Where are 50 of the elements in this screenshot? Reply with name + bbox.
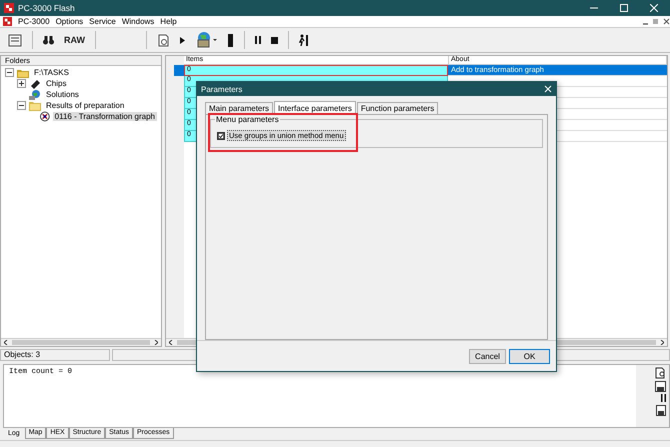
scroll-right-icon[interactable] bbox=[154, 340, 158, 345]
page-gear-icon[interactable] bbox=[157, 34, 170, 46]
collapse-icon[interactable] bbox=[17, 101, 26, 110]
page-gear-icon[interactable] bbox=[655, 367, 666, 379]
dialog-tab[interactable]: Main parameters bbox=[205, 102, 274, 114]
globe-icon bbox=[29, 90, 41, 100]
dialog-title: Parameters bbox=[201, 84, 242, 94]
person-icon[interactable] bbox=[299, 34, 309, 46]
chip-icon bbox=[29, 78, 41, 88]
tree-item[interactable]: Chips bbox=[44, 79, 68, 88]
tree-item[interactable]: Solutions bbox=[44, 90, 81, 99]
collapse-icon[interactable] bbox=[5, 68, 14, 77]
play-icon[interactable] bbox=[180, 36, 185, 44]
tree-item[interactable]: F:\TASKS bbox=[32, 68, 71, 77]
menu-item[interactable]: Help bbox=[160, 17, 177, 26]
menu-item[interactable]: PC-3000 bbox=[18, 17, 50, 26]
cancel-button[interactable]: Cancel bbox=[469, 348, 506, 364]
stop-icon[interactable] bbox=[271, 36, 278, 44]
menu-item[interactable]: Service bbox=[89, 17, 116, 26]
save-icon[interactable] bbox=[655, 404, 666, 416]
ok-button[interactable]: OK bbox=[509, 348, 550, 364]
chip-icon[interactable] bbox=[227, 34, 234, 46]
menu-item[interactable]: Windows bbox=[122, 17, 154, 26]
folder-icon bbox=[17, 68, 29, 78]
window-title: PC-3000 Flash bbox=[18, 3, 75, 13]
close-icon[interactable] bbox=[650, 4, 658, 12]
dialog-tab[interactable]: Function parameters bbox=[356, 102, 438, 114]
save-icon[interactable] bbox=[655, 381, 666, 392]
pause-icon[interactable] bbox=[661, 394, 666, 402]
scroll-left-icon[interactable] bbox=[169, 340, 173, 345]
app-logo-icon bbox=[4, 3, 14, 13]
close-icon[interactable] bbox=[544, 85, 552, 93]
globe-computer-icon[interactable] bbox=[195, 32, 217, 48]
binoculars-icon[interactable] bbox=[43, 36, 54, 44]
tree-item[interactable]: 0116 - Transformation graph bbox=[52, 112, 157, 121]
graph-icon bbox=[40, 111, 50, 122]
maximize-icon[interactable] bbox=[620, 4, 628, 12]
tree-item[interactable]: Results of preparation bbox=[44, 101, 126, 110]
folder-icon bbox=[29, 100, 41, 110]
expand-icon[interactable] bbox=[17, 79, 26, 88]
scroll-left-icon[interactable] bbox=[4, 340, 8, 345]
document-icon[interactable] bbox=[8, 33, 22, 47]
menu-item[interactable]: Options bbox=[56, 17, 84, 26]
mdi-window-controls-icon[interactable] bbox=[642, 18, 670, 25]
checkbox[interactable] bbox=[217, 132, 225, 140]
pause-icon[interactable] bbox=[255, 36, 261, 44]
scroll-right-icon[interactable] bbox=[660, 340, 664, 345]
object-count: Objects: 3 bbox=[0, 349, 110, 361]
raw-button[interactable]: RAW bbox=[64, 35, 85, 45]
row-marker bbox=[174, 65, 184, 76]
